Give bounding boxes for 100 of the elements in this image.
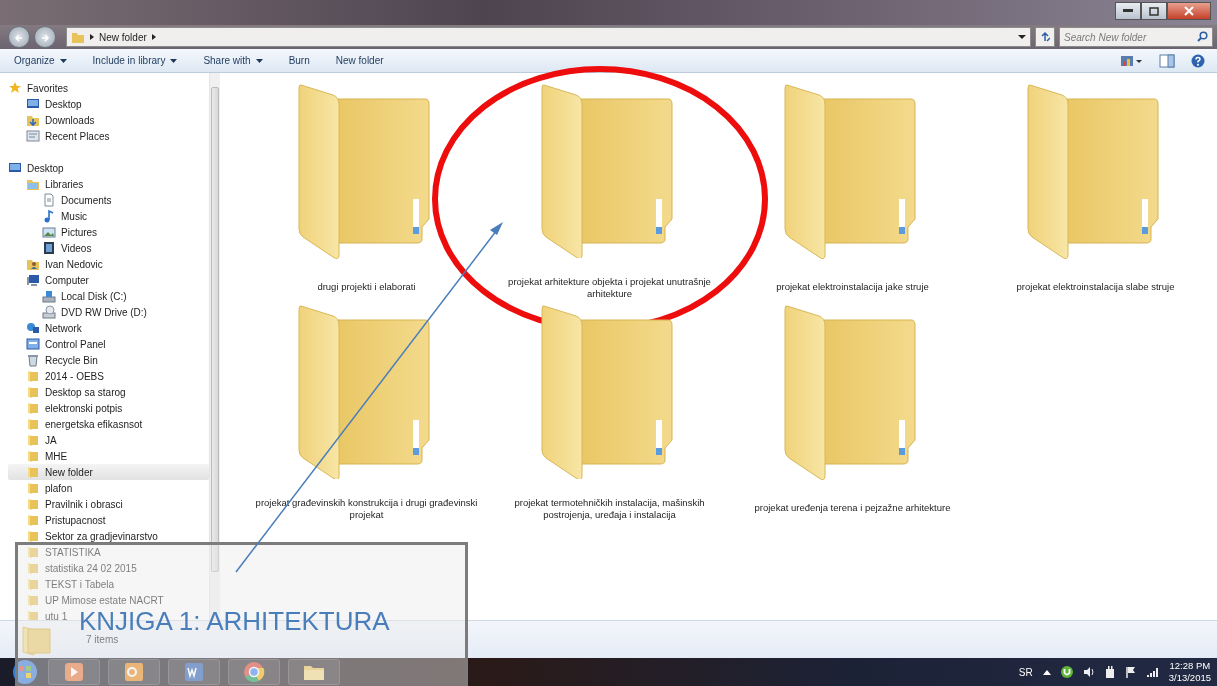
sidebar-item[interactable]: Pictures [8, 224, 102, 240]
sidebar-item[interactable]: STATISTIKA [8, 544, 105, 560]
toolbar-button[interactable]: Burn [286, 51, 312, 70]
maximize-button[interactable] [1141, 2, 1167, 20]
sidebar-item[interactable]: UP Mimose estate NACRT [8, 592, 168, 608]
show-hidden-icons-icon[interactable] [1042, 669, 1051, 675]
sidebar-item[interactable]: plafon [8, 480, 77, 496]
minimize-button[interactable] [1115, 2, 1141, 20]
view-options-icon[interactable] [1121, 54, 1143, 67]
sidebar-item[interactable]: Desktop sa starog [8, 384, 130, 400]
download-folder-icon [26, 113, 40, 127]
folder-name[interactable]: projekat elektroinstalacija slabe struje [975, 281, 1216, 293]
sidebar-item[interactable]: Music [8, 208, 92, 224]
folder-icon [26, 433, 40, 447]
callout-text: KNJIGA 1: ARHITEKTURA [79, 609, 390, 633]
sidebar-item[interactable]: statistika 24 02 2015 [8, 560, 141, 576]
sidebar-item[interactable]: Local Disk (C:) [8, 288, 131, 304]
folder-name[interactable]: drugi projekti i elaborati [246, 281, 487, 293]
start-button[interactable] [10, 659, 40, 685]
hard-drive-icon [42, 289, 56, 303]
help-icon[interactable] [1191, 53, 1205, 68]
address-bar[interactable]: New folder [66, 27, 1031, 47]
sidebar-item[interactable]: 2014 - OEBS [8, 368, 108, 384]
folder-name[interactable]: projekat termotehničkih instalacija, mašinskih postrojenja, uređaja i instalacija [489, 497, 730, 521]
sidebar-item[interactable]: Documents [8, 192, 116, 208]
sidebar-item[interactable]: Ivan Nedovic [8, 256, 107, 272]
browser-icon [241, 659, 267, 685]
sidebar-item[interactable]: Downloads [8, 112, 99, 128]
folder-name[interactable]: projekat arhitekture objekta i projekat unutrašnje arhitekture [489, 276, 730, 300]
network-icon [26, 321, 40, 335]
toolbar-button[interactable]: Share with [201, 51, 265, 70]
sidebar-item[interactable]: Control Panel [8, 336, 110, 352]
sidebar-item[interactable]: Pristupacnost [8, 512, 110, 528]
sidebar-item[interactable]: Network [8, 320, 86, 336]
folder-name[interactable]: projekat uređenja terena i pejzažne arhitekture [732, 502, 973, 514]
search-icon [1197, 31, 1208, 42]
maximize-icon [1149, 6, 1159, 16]
optical-drive-icon [42, 305, 56, 319]
folder-icon [26, 481, 40, 495]
folder-icon [26, 497, 40, 511]
windows-logo-icon [12, 659, 38, 685]
address-path: New folder [99, 30, 147, 45]
sidebar-item[interactable]: elektronski potpis [8, 400, 127, 416]
recycle-bin-icon [26, 353, 40, 367]
folder-icon [26, 529, 40, 543]
sidebar-item[interactable]: TEKST i Tabela [8, 576, 119, 592]
folder-name[interactable]: projekat građevinskih konstrukcija i drugi građevinski projekat [246, 497, 487, 521]
folder-icon [26, 561, 40, 575]
sidebar-item[interactable]: Videos [8, 240, 96, 256]
sidebar-item[interactable]: MHE [8, 448, 72, 464]
music-note-icon [42, 209, 56, 223]
refresh-button[interactable] [1035, 27, 1055, 47]
chevron-icon [89, 33, 95, 41]
document-icon [42, 193, 56, 207]
dropdown-arrow-icon [1018, 34, 1026, 40]
preview-pane-icon[interactable] [1159, 53, 1175, 68]
sidebar-item[interactable]: Desktop [8, 160, 68, 176]
folder-name[interactable]: projekat elektroinstalacija jake struje [732, 281, 973, 293]
folder-icon [71, 30, 85, 44]
film-icon [42, 241, 56, 255]
folder-icon [26, 369, 40, 383]
computer-icon [26, 273, 40, 287]
language-indicator[interactable]: SR [1018, 664, 1033, 680]
sidebar-item[interactable]: energetska efikasnsot [8, 416, 147, 432]
torrent-icon[interactable] [1060, 666, 1073, 678]
sidebar-item[interactable]: JA [8, 432, 61, 448]
sidebar-item[interactable]: Favorites [8, 80, 73, 96]
toolbar-button[interactable]: Organize [12, 51, 69, 70]
item-count: 7 items [86, 633, 119, 647]
forward-arrow-icon [40, 32, 50, 43]
sidebar-item[interactable]: Sektor za gradjevinarstvo [8, 528, 162, 544]
power-icon[interactable] [1104, 666, 1115, 678]
star-icon [8, 81, 22, 95]
toolbar-button[interactable]: Include in library [90, 51, 180, 70]
forward-button[interactable] [34, 26, 56, 48]
folder-icon [26, 593, 40, 607]
sidebar-item[interactable]: Pravilnik i obrasci [8, 496, 127, 512]
sidebar-item[interactable]: Recycle Bin [8, 352, 102, 368]
recent-places-icon [26, 129, 40, 143]
toolbar-button[interactable]: New folder [333, 51, 386, 70]
picture-icon [42, 225, 56, 239]
search-field[interactable]: Search New folder [1059, 27, 1213, 47]
sidebar-item[interactable]: DVD RW Drive (D:) [8, 304, 151, 320]
volume-icon[interactable] [1082, 666, 1095, 678]
back-button[interactable] [8, 26, 30, 48]
user-folder-icon [26, 257, 40, 271]
close-button[interactable] [1167, 2, 1211, 20]
sidebar-item[interactable]: Recent Places [8, 128, 114, 144]
folder-icon [26, 513, 40, 527]
folder-icon [26, 449, 40, 463]
flag-icon[interactable] [1124, 666, 1137, 678]
sidebar-item[interactable]: Computer [8, 272, 93, 288]
refresh-icon [1040, 31, 1050, 43]
monitor-icon [26, 97, 40, 111]
sidebar-item[interactable]: New folder [8, 464, 209, 480]
sidebar-item[interactable]: Libraries [8, 176, 88, 192]
signal-icon[interactable] [1146, 667, 1159, 677]
clock-time[interactable]: 12:28 PM [1168, 660, 1211, 672]
sidebar-item[interactable]: Desktop [8, 96, 86, 112]
clock-date[interactable]: 3/13/2015 [1168, 672, 1211, 684]
